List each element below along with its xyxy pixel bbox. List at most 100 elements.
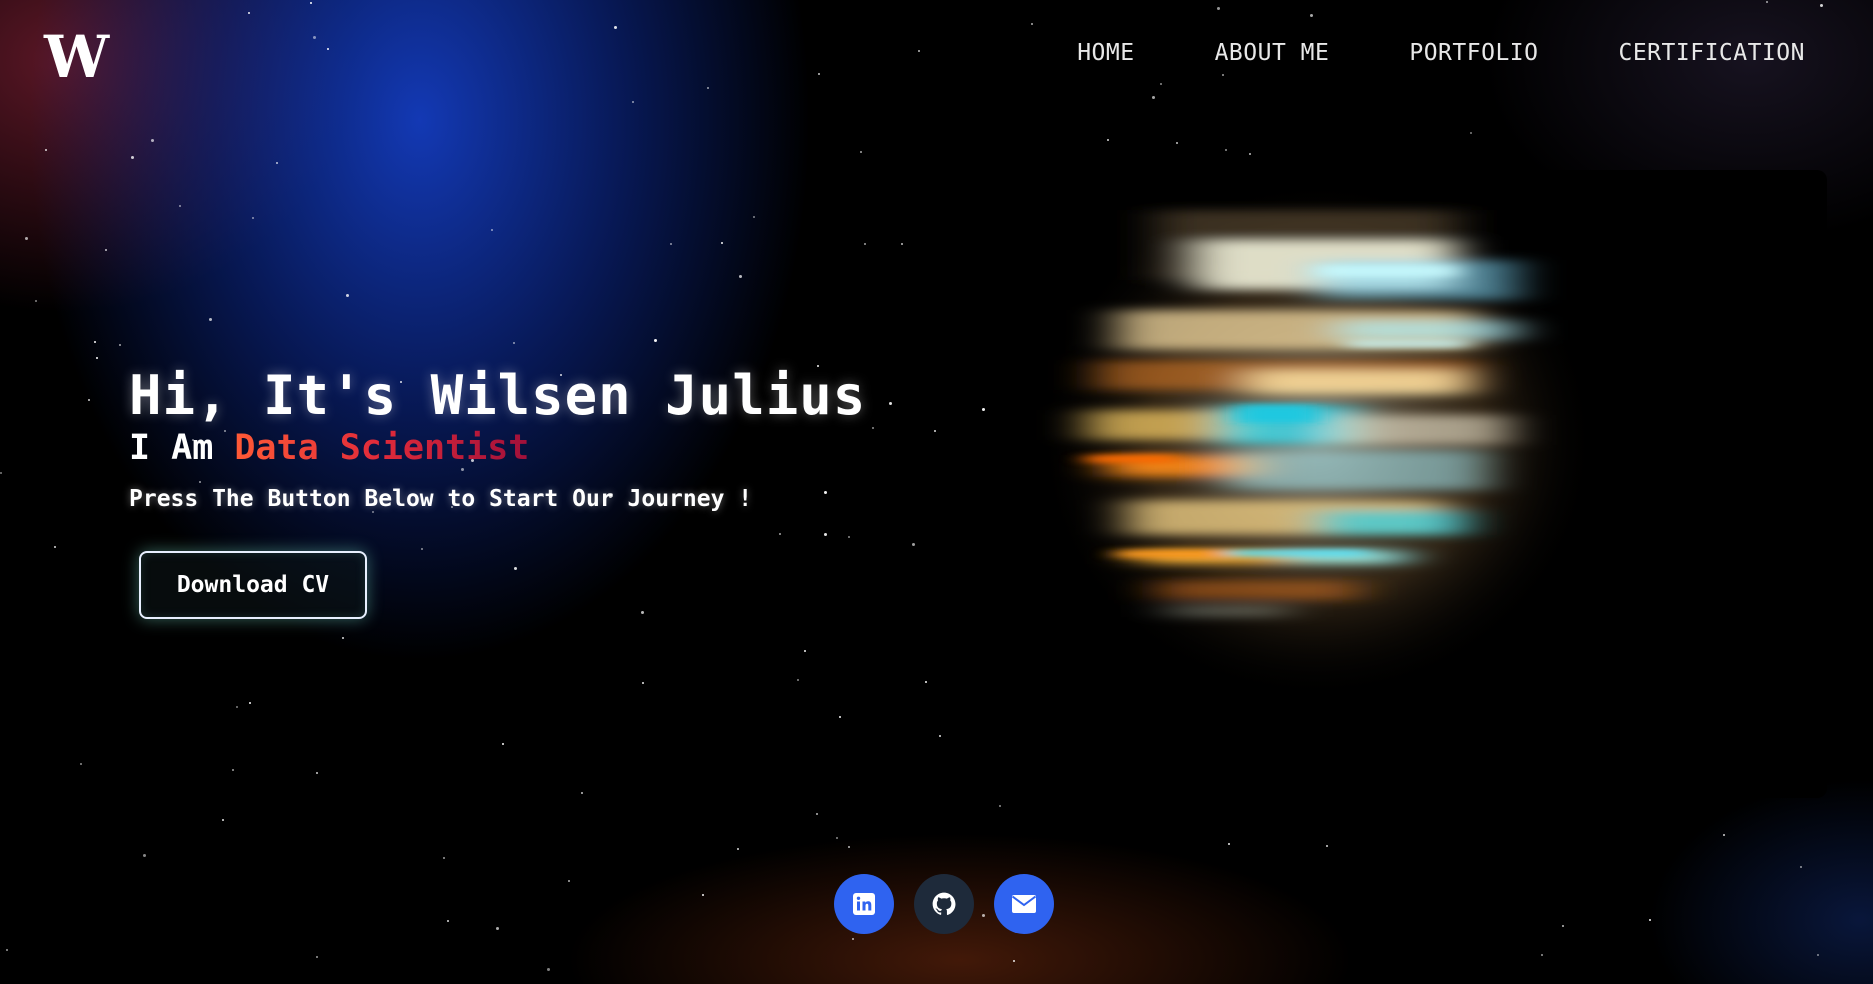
star bbox=[632, 101, 634, 103]
star bbox=[1562, 925, 1564, 927]
star bbox=[614, 26, 617, 29]
star bbox=[313, 36, 316, 39]
star bbox=[824, 533, 827, 536]
star bbox=[852, 938, 854, 940]
star bbox=[94, 341, 96, 343]
linkedin-button[interactable] bbox=[834, 874, 894, 934]
star bbox=[316, 956, 318, 958]
star bbox=[901, 243, 903, 245]
nav-certification[interactable]: CERTIFICATION bbox=[1618, 40, 1805, 66]
star bbox=[1817, 954, 1819, 956]
nav-home[interactable]: HOME bbox=[1077, 40, 1134, 66]
star bbox=[327, 48, 329, 50]
main-nav: HOME ABOUT ME PORTFOLIO CERTIFICATION bbox=[1077, 40, 1805, 66]
star bbox=[54, 546, 56, 548]
star bbox=[889, 402, 892, 405]
star bbox=[96, 357, 98, 359]
star bbox=[707, 87, 709, 89]
star bbox=[513, 342, 515, 344]
star bbox=[0, 472, 2, 474]
site-logo[interactable]: W bbox=[44, 28, 109, 86]
github-button[interactable] bbox=[914, 874, 974, 934]
star bbox=[45, 149, 47, 151]
hero-subtitle: Press The Button Below to Start Our Jour… bbox=[129, 486, 753, 512]
star bbox=[848, 846, 850, 848]
email-icon bbox=[1011, 895, 1037, 913]
star bbox=[568, 880, 570, 882]
star bbox=[872, 427, 874, 429]
star bbox=[999, 805, 1001, 807]
star bbox=[1470, 132, 1472, 134]
email-button[interactable] bbox=[994, 874, 1054, 934]
github-icon bbox=[932, 892, 956, 915]
star bbox=[342, 637, 344, 639]
star bbox=[670, 243, 672, 245]
star bbox=[1031, 23, 1033, 25]
page: W HOME ABOUT ME PORTFOLIO CERTIFICATION … bbox=[0, 0, 1873, 984]
star bbox=[779, 533, 781, 535]
star bbox=[739, 275, 742, 278]
star bbox=[25, 237, 28, 240]
hero-section: Hi, It's Wilsen Julius I Am Data Scienti… bbox=[129, 364, 866, 512]
star bbox=[753, 216, 755, 218]
star bbox=[248, 12, 250, 14]
role-prefix: I Am bbox=[129, 428, 235, 468]
download-cv-button[interactable]: Download CV bbox=[139, 551, 367, 619]
star bbox=[939, 735, 941, 737]
star bbox=[737, 848, 739, 850]
star bbox=[346, 294, 349, 297]
nav-portfolio[interactable]: PORTFOLIO bbox=[1409, 40, 1538, 66]
star bbox=[105, 249, 107, 251]
star bbox=[514, 567, 517, 570]
star bbox=[925, 681, 927, 683]
star bbox=[6, 949, 8, 951]
star bbox=[934, 430, 936, 432]
star bbox=[1800, 866, 1802, 868]
star bbox=[80, 763, 82, 765]
linkedin-icon bbox=[853, 893, 875, 915]
star bbox=[1820, 4, 1823, 7]
star bbox=[702, 894, 704, 896]
star bbox=[1107, 139, 1109, 141]
portrait-art bbox=[1037, 180, 1597, 700]
star bbox=[839, 716, 841, 718]
star bbox=[421, 548, 423, 550]
star bbox=[209, 318, 212, 321]
social-links bbox=[834, 874, 1054, 934]
star bbox=[222, 819, 224, 821]
star bbox=[848, 536, 850, 538]
star bbox=[143, 854, 146, 857]
star bbox=[547, 968, 550, 971]
glitch-portrait-image bbox=[987, 170, 1827, 798]
star bbox=[310, 2, 312, 4]
star bbox=[1176, 142, 1178, 144]
star bbox=[443, 857, 445, 859]
star bbox=[1249, 153, 1251, 155]
nav-about-me[interactable]: ABOUT ME bbox=[1215, 40, 1330, 66]
star bbox=[496, 927, 499, 930]
star bbox=[1152, 96, 1155, 99]
star bbox=[252, 217, 254, 219]
star bbox=[982, 408, 985, 411]
star bbox=[818, 73, 820, 75]
star bbox=[642, 682, 644, 684]
star bbox=[816, 813, 818, 815]
star bbox=[1217, 7, 1220, 10]
star bbox=[502, 743, 504, 745]
star bbox=[249, 702, 251, 704]
star bbox=[151, 139, 154, 142]
star bbox=[1160, 83, 1162, 85]
star bbox=[35, 300, 37, 302]
role-highlight: Data Scientist bbox=[234, 428, 530, 468]
star bbox=[88, 399, 90, 401]
star bbox=[1222, 74, 1224, 76]
star bbox=[1326, 845, 1328, 847]
star bbox=[119, 344, 121, 346]
star bbox=[1310, 14, 1313, 17]
star bbox=[1541, 954, 1543, 956]
star bbox=[1723, 834, 1725, 836]
star bbox=[836, 837, 838, 839]
star bbox=[641, 611, 644, 614]
star bbox=[1649, 919, 1651, 921]
hero-role: I Am Data Scientist bbox=[129, 428, 866, 468]
